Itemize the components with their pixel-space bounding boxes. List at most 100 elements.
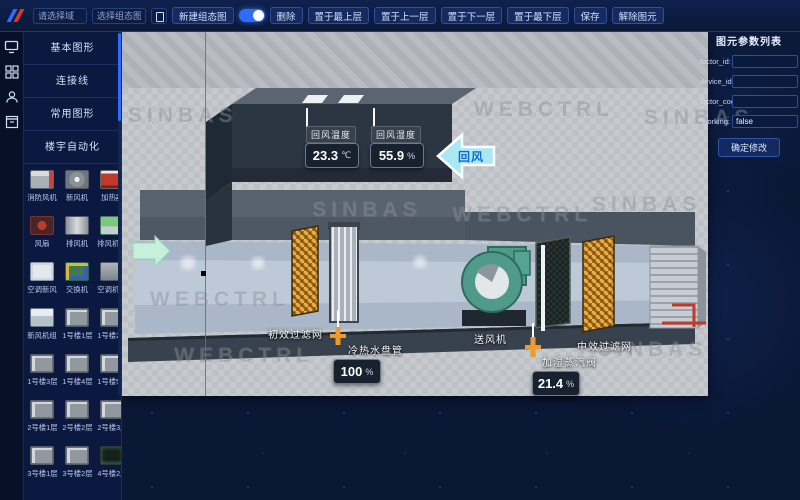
unbind-element-button[interactable]: 解除图元 xyxy=(612,7,664,24)
return-temp-unit: ℃ xyxy=(341,150,351,161)
palette-label: 1号楼1层 xyxy=(62,330,92,340)
palette-thumb xyxy=(30,446,54,465)
medium-filter[interactable] xyxy=(583,236,614,332)
edit-mode-toggle[interactable] xyxy=(239,9,265,22)
palette-item-ac-fresh-air[interactable]: 空调新风 xyxy=(26,262,59,295)
send-backward-button[interactable]: 置于下一层 xyxy=(441,7,503,24)
palette-label: 消防风机 xyxy=(28,192,57,202)
supply-fan[interactable] xyxy=(462,247,530,326)
humidifier-number: 21.4 xyxy=(538,376,563,391)
watermark-text: WEBCTRL xyxy=(474,98,614,122)
delete-button[interactable]: 删除 xyxy=(270,7,303,24)
palette-item-switch[interactable]: 交换机 xyxy=(61,262,94,295)
section-connectors[interactable]: 连接线 xyxy=(24,65,121,98)
bring-forward-button[interactable]: 置于上一层 xyxy=(374,7,436,24)
section-building-automation[interactable]: 楼宇自动化 xyxy=(24,131,121,164)
palette-label: 交换机 xyxy=(66,284,88,294)
load-diagram-button[interactable] xyxy=(151,8,167,24)
new-diagram-button[interactable]: 新建组态图 xyxy=(172,7,234,24)
palette-label: 1号楼4层 xyxy=(62,376,92,386)
return-temp-tag: 回风温度 xyxy=(306,126,356,143)
left-icon-rail xyxy=(0,32,24,500)
outlet-grille[interactable] xyxy=(650,246,706,328)
factor-code-input[interactable] xyxy=(732,95,798,108)
palette-thumb xyxy=(30,170,54,189)
palette-thumb xyxy=(100,446,122,465)
palette-item-fresh-fan[interactable]: 新风机 xyxy=(61,170,94,203)
factor-code-row: factor_cod xyxy=(700,95,798,108)
palette-item-b2f3[interactable]: 2号楼3层 xyxy=(96,400,122,433)
user-icon[interactable] xyxy=(5,90,19,104)
section-common-shapes[interactable]: 常用图形 xyxy=(24,98,121,131)
watermark-text: WEBCTRL xyxy=(452,203,592,227)
palette-item-fresh-air-unit[interactable]: 新风机组 xyxy=(26,308,59,341)
palette-thumb xyxy=(30,216,54,235)
send-to-back-button[interactable]: 置于最下层 xyxy=(507,7,569,24)
supply-fan-label: 送风机 xyxy=(474,331,507,346)
humidifier-unit: % xyxy=(566,379,574,389)
monitor-icon[interactable] xyxy=(4,40,19,54)
palette-item-b2f1[interactable]: 2号楼1层 xyxy=(26,400,59,433)
coil-valve-unit: % xyxy=(365,367,373,377)
watermark-text: WEBCTRL xyxy=(174,344,314,368)
palette-scrollbar-thumb[interactable] xyxy=(118,33,121,121)
coil-valve-number: 100 xyxy=(341,364,363,379)
palette-item-b4f2[interactable]: 4号楼2层 xyxy=(96,446,122,479)
palette-label: 排风机 xyxy=(66,238,88,248)
section-basic-shapes[interactable]: 基本图形 xyxy=(24,32,121,65)
factor-id-label: factor_id: xyxy=(700,57,730,66)
palette-item-b1f3[interactable]: 1号楼3层 xyxy=(26,354,59,387)
diagram-canvas[interactable]: SINBAS WEBCTRL SINBAS SINBAS WEBCTRL SIN… xyxy=(122,32,708,396)
watermark-text: SINBAS xyxy=(128,104,237,128)
palette-item-b3f2[interactable]: 3号楼2层 xyxy=(61,446,94,479)
coil-label: 冷热水盘管 xyxy=(348,342,403,357)
palette-thumb xyxy=(30,262,54,281)
scada-editor-app: 新建组态图 删除 置于最上层 置于上一层 置于下一层 置于最下层 保存 解除图元… xyxy=(0,0,800,500)
water-coil[interactable] xyxy=(328,222,360,322)
watermark-text: SINBAS xyxy=(592,193,701,217)
palette-thumb xyxy=(65,170,89,189)
confirm-modify-button[interactable]: 确定修改 xyxy=(718,138,780,157)
selection-handle[interactable] xyxy=(201,271,206,276)
palette-label: 新风机组 xyxy=(28,330,57,340)
device-id-input[interactable] xyxy=(732,75,798,88)
working-input[interactable] xyxy=(732,115,798,128)
factor-id-row: factor_id: xyxy=(700,55,798,68)
primary-filter[interactable] xyxy=(292,226,318,316)
palette-item-b1f4[interactable]: 1号楼4层 xyxy=(61,354,94,387)
save-button[interactable]: 保存 xyxy=(574,7,607,24)
return-humidity-tag: 回风湿度 xyxy=(371,126,421,143)
params-panel-title: 图元参数列表 xyxy=(700,33,798,48)
palette-label: 3号楼2层 xyxy=(62,468,92,478)
palette-label: 4号楼2层 xyxy=(97,468,122,478)
toolbar: 新建组态图 删除 置于最上层 置于上一层 置于下一层 置于最下层 保存 解除图元 xyxy=(0,0,800,32)
palette-label: 2号楼3层 xyxy=(97,422,122,432)
working-label: working: xyxy=(700,117,730,126)
humidifier-label: 加湿蒸汽阀 xyxy=(542,354,597,369)
palette-item-b1f1[interactable]: 1号楼1层 xyxy=(61,308,94,341)
canvas-margin-hatch xyxy=(122,32,708,88)
vertical-guide-line xyxy=(205,32,206,396)
palette-item-fan[interactable]: 风扇 xyxy=(26,216,59,249)
humidifier-section[interactable] xyxy=(536,237,570,331)
return-humidity-number: 55.9 xyxy=(379,148,404,163)
palette-thumb xyxy=(30,354,54,373)
device-id-label: device_id: xyxy=(700,77,730,86)
device-id-row: device_id: xyxy=(700,75,798,88)
shape-palette: 基本图形 连接线 常用图形 楼宇自动化 消防风机 新风机 加热器 风扇 排风机 … xyxy=(24,32,122,500)
return-air-arrow-label: 回风 xyxy=(458,148,484,165)
palette-item-b3f1[interactable]: 3号楼1层 xyxy=(26,446,59,479)
domain-select-input[interactable] xyxy=(33,8,87,24)
grid-icon[interactable] xyxy=(5,65,19,79)
palette-item-exhaust-fan[interactable]: 排风机 xyxy=(61,216,94,249)
palette-thumb xyxy=(65,308,89,327)
archive-box-icon[interactable] xyxy=(5,115,19,129)
equipment-grid: 消防风机 新风机 加热器 风扇 排风机 排风机组 空调新风 交换机 空调机组 新… xyxy=(24,164,121,479)
return-humidity-unit: % xyxy=(407,151,415,161)
palette-item-fire-fan[interactable]: 消防风机 xyxy=(26,170,59,203)
palette-item-b2f2[interactable]: 2号楼2层 xyxy=(61,400,94,433)
bring-to-front-button[interactable]: 置于最上层 xyxy=(308,7,370,24)
factor-id-input[interactable] xyxy=(732,55,798,68)
return-temp-value: 23.3 ℃ xyxy=(305,143,359,168)
diagram-select-input[interactable] xyxy=(92,8,146,24)
